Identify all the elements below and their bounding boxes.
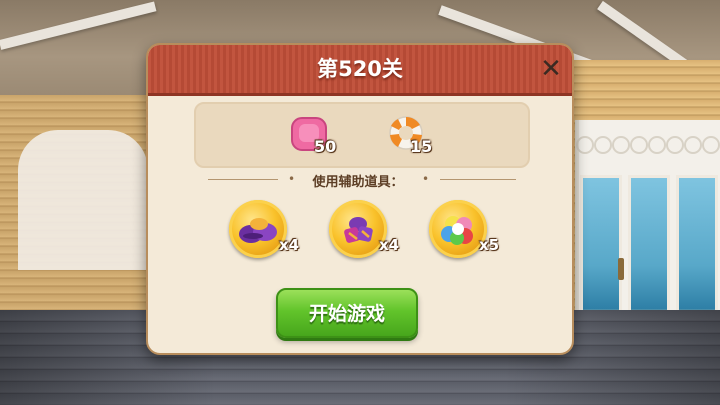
booster-purple-shoes[interactable]: x4 <box>229 200 309 270</box>
divider-line <box>440 179 516 180</box>
goal-item: 50 <box>288 114 368 162</box>
goal-panel: 50 15 <box>194 102 530 168</box>
divider-dot: • <box>422 172 430 186</box>
goal-item: 15 <box>384 114 464 162</box>
close-icon[interactable]: ✕ <box>537 55 565 83</box>
boosters-label: 使用辅助道具： <box>312 175 404 190</box>
left-wall-panel <box>18 130 148 270</box>
booster-count: x4 <box>279 236 300 254</box>
goal-count: 15 <box>410 137 433 156</box>
window-arches <box>576 136 720 154</box>
booster-candy-bomb[interactable]: x4 <box>329 200 409 270</box>
booster-count: x4 <box>379 236 400 254</box>
booster-count: x5 <box>479 236 500 254</box>
level-title: 第520关 <box>317 57 403 81</box>
booster-rainbow-ball[interactable]: x5 <box>429 200 509 270</box>
boosters-divider: • 使用辅助道具： • <box>188 169 528 190</box>
level-dialog: 第520关 ✕ 50 15 • 使用辅助道具： • x4 x4 x5 开始游戏 <box>146 43 574 355</box>
goal-count: 50 <box>314 137 337 156</box>
door-handle <box>618 258 624 280</box>
start-game-button[interactable]: 开始游戏 <box>276 288 418 338</box>
